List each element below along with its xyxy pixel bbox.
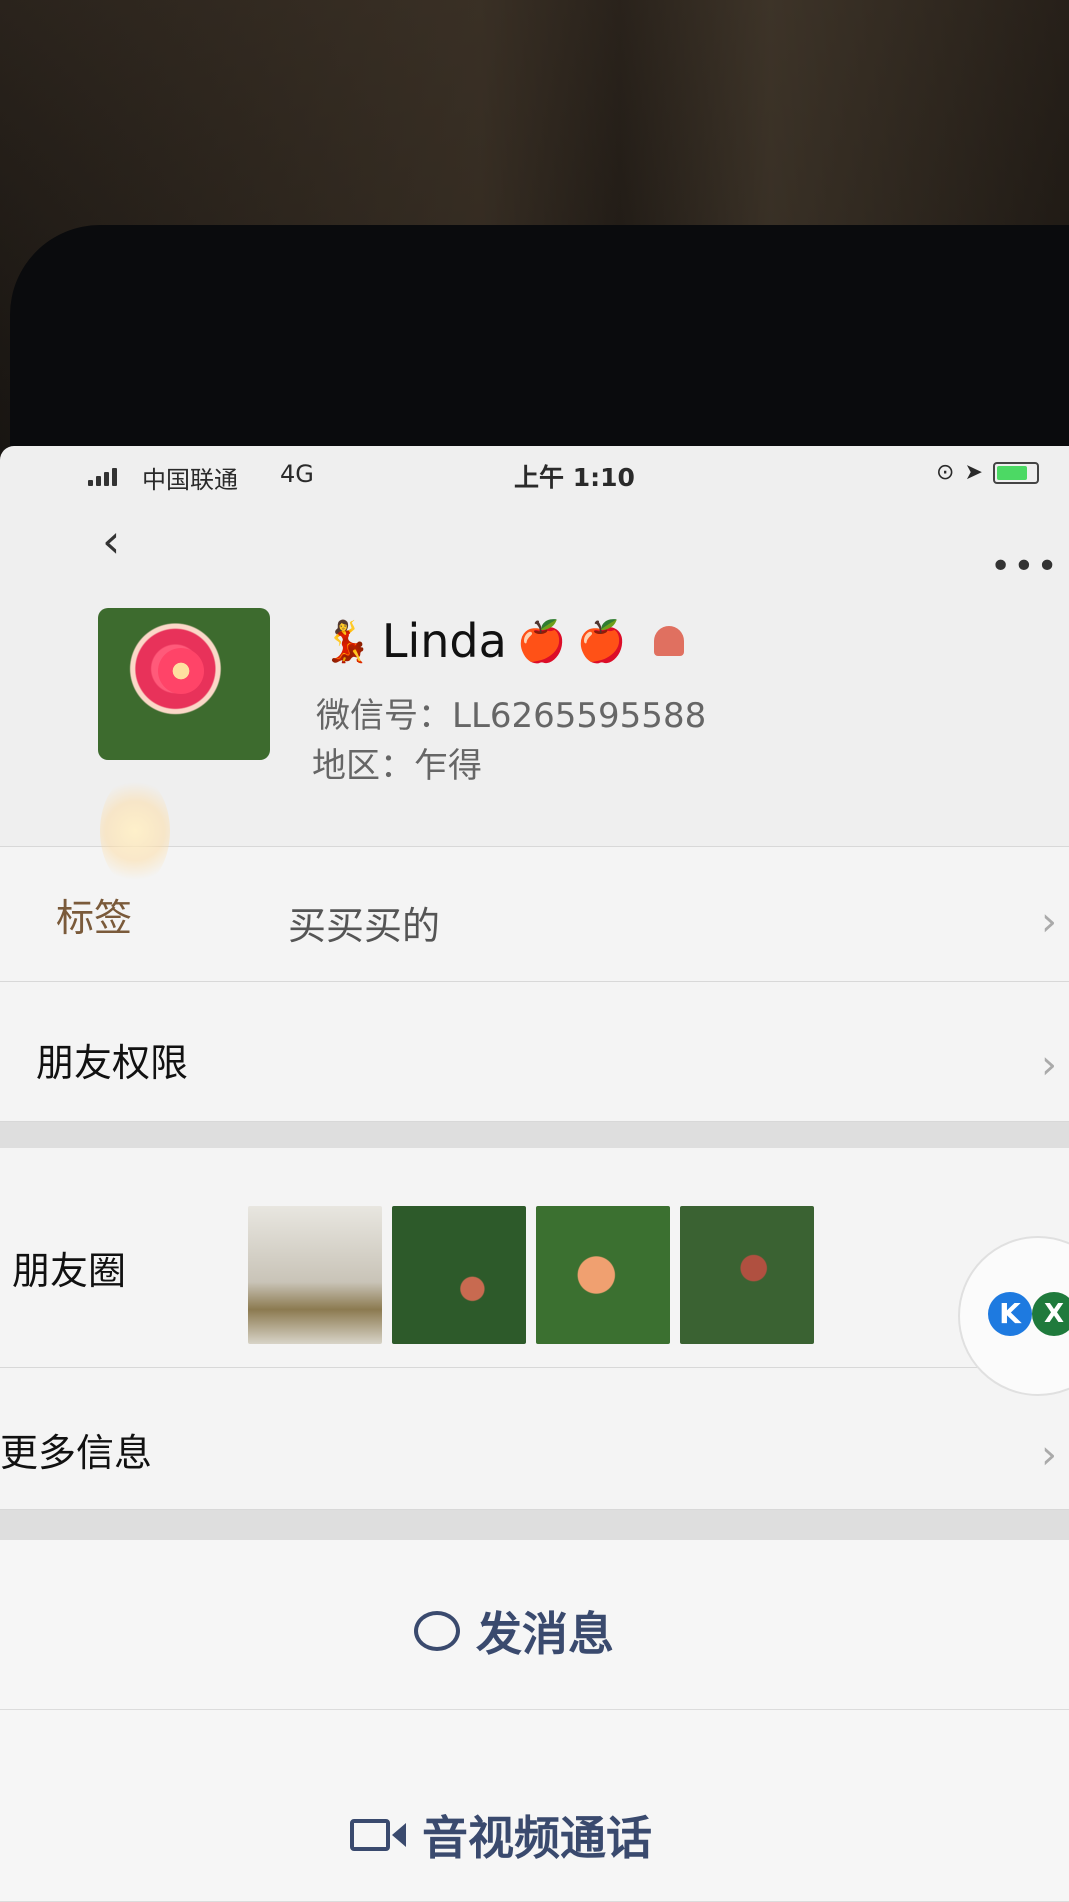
chat-bubble-icon [414, 1611, 460, 1651]
permissions-row[interactable]: 朋友权限 › [0, 982, 1069, 1122]
moment-thumbnail [536, 1206, 670, 1344]
avatar[interactable] [98, 608, 270, 760]
contact-badge-icon [654, 626, 685, 656]
video-call-button[interactable]: 音视频通话 [0, 1710, 1069, 1902]
moment-thumbnail [680, 1206, 814, 1344]
send-message-label: 发消息 [476, 1607, 614, 1661]
tags-label: 标签 [56, 896, 133, 940]
apple-emoji-icon: 🍎 [516, 618, 567, 665]
section-gap [0, 1122, 1069, 1148]
signal-icon [88, 468, 117, 486]
moment-thumbnail [392, 1206, 526, 1344]
video-call-label: 音视频通话 [422, 1811, 652, 1865]
carrier-name: 中国联通 [142, 466, 238, 494]
section-gap [0, 1510, 1069, 1540]
dancer-emoji-icon: 💃 [322, 618, 372, 665]
wechat-id: 微信号：LL6265595588 [316, 696, 707, 736]
light-glare [100, 776, 170, 886]
permissions-label: 朋友权限 [36, 1041, 189, 1085]
moment-thumbnail [248, 1206, 382, 1344]
status-bar: 中国联通 4G 上午 1:10 ⊙ ➤ [0, 446, 1069, 506]
more-button[interactable]: ••• [990, 546, 1060, 587]
network-type: 4G [280, 460, 314, 488]
apple-emoji-icon: 🍎 [576, 618, 627, 665]
more-info-row[interactable]: 更多信息 › [0, 1368, 1069, 1510]
chevron-right-icon: › [1041, 1432, 1057, 1478]
name-row: 💃 Linda 🍎 🍎 [322, 614, 685, 668]
status-time: 上午 1:10 [514, 463, 635, 492]
region: 地区：乍得 [312, 746, 482, 786]
floating-app-x-icon[interactable]: X [1032, 1292, 1069, 1336]
more-info-label: 更多信息 [0, 1431, 153, 1475]
chevron-left-icon: ‹ [102, 514, 121, 568]
orientation-lock-icon: ⊙ [936, 460, 955, 485]
location-icon: ➤ [964, 460, 983, 485]
chevron-right-icon: › [1041, 1042, 1057, 1088]
battery-icon [992, 461, 1039, 484]
more-icon: ••• [990, 546, 1060, 587]
contact-name: Linda [381, 614, 507, 668]
floating-app-k-icon[interactable]: K [988, 1292, 1032, 1336]
chevron-right-icon: › [1041, 899, 1057, 945]
tags-value: 买买买的 [288, 904, 441, 948]
moments-label: 朋友圈 [12, 1249, 127, 1293]
send-message-button[interactable]: 发消息 [0, 1540, 1069, 1710]
back-button[interactable]: ‹ [102, 514, 142, 568]
moments-thumbnails[interactable] [248, 1206, 814, 1344]
status-icons: ⊙ ➤ [936, 460, 1039, 485]
phone-screen: 中国联通 4G 上午 1:10 ⊙ ➤ ‹ ••• 💃 Linda 🍎 🍎 微信… [0, 446, 1069, 1902]
video-camera-icon [350, 1819, 406, 1851]
